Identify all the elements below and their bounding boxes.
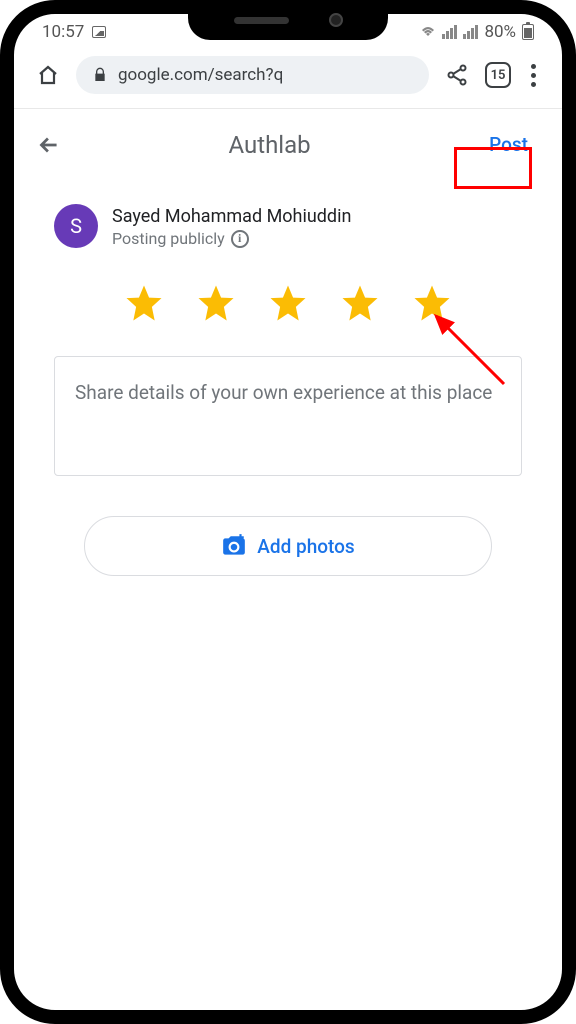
url-bar[interactable]: google.com/search?q	[76, 56, 429, 94]
status-time: 10:57	[42, 22, 84, 42]
star-4-icon[interactable]	[339, 282, 381, 324]
star-rating[interactable]	[14, 258, 562, 356]
add-photos-button[interactable]: Add photos	[84, 516, 492, 576]
battery-icon	[522, 24, 534, 40]
user-name: Sayed Mohammad Mohiuddin	[112, 206, 351, 227]
page-title: Authlab	[62, 131, 477, 159]
review-placeholder: Share details of your own experience at …	[75, 381, 492, 404]
lock-icon	[92, 67, 108, 83]
star-5-icon[interactable]	[411, 282, 453, 324]
share-icon[interactable]	[445, 63, 469, 87]
home-icon[interactable]	[36, 63, 60, 87]
url-text: google.com/search?q	[118, 65, 283, 85]
picture-icon	[92, 26, 106, 38]
camera-plus-icon	[221, 533, 247, 559]
review-textarea[interactable]: Share details of your own experience at …	[54, 356, 522, 476]
star-1-icon[interactable]	[123, 282, 165, 324]
star-3-icon[interactable]	[267, 282, 309, 324]
visibility-label: Posting publicly	[112, 229, 225, 248]
browser-toolbar: google.com/search?q 15	[14, 46, 562, 109]
wifi-icon	[420, 26, 436, 38]
star-2-icon[interactable]	[195, 282, 237, 324]
signal-icon	[442, 25, 457, 39]
more-menu-icon[interactable]	[527, 64, 540, 87]
post-button[interactable]: Post	[477, 127, 540, 162]
add-photos-label: Add photos	[257, 535, 354, 558]
tab-count: 15	[491, 68, 506, 83]
tabs-button[interactable]: 15	[485, 62, 511, 88]
back-arrow-icon[interactable]	[36, 132, 62, 158]
signal-icon-2	[463, 25, 478, 39]
battery-percent: 80%	[484, 22, 516, 42]
avatar: S	[54, 204, 98, 248]
info-icon[interactable]: i	[231, 230, 249, 248]
